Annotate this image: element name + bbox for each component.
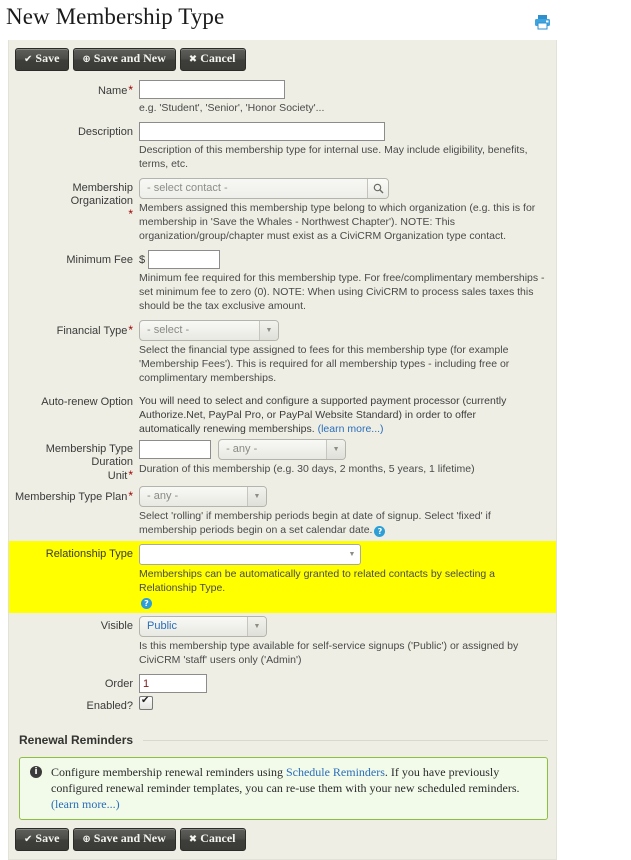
label-order: Order	[104, 678, 133, 690]
help-description: Description of this membership type for …	[139, 144, 528, 170]
chevron-down-icon: ▼	[247, 617, 266, 636]
printer-icon[interactable]	[534, 14, 551, 30]
search-icon[interactable]	[367, 179, 388, 198]
cancel-button-label: Cancel	[200, 831, 236, 845]
info-icon: i	[30, 766, 42, 778]
info-message: Configure membership renewal reminders u…	[51, 765, 520, 811]
label-description: Description	[77, 126, 133, 138]
label-financial-type: Financial Type*	[56, 323, 133, 338]
auto-renew-learn-more-link[interactable]: (learn more...)	[318, 423, 384, 435]
save-and-new-button-label: Save and New	[93, 51, 166, 65]
visible-value: Public	[147, 620, 177, 632]
question-icon[interactable]: ?	[374, 526, 386, 537]
field-row-description: Description Description of this membersh…	[9, 119, 556, 175]
field-row-auto-renew: Auto-renew Option You will need to selec…	[9, 389, 556, 436]
order-input[interactable]	[139, 674, 207, 693]
plus-circle-icon: ⊕	[82, 833, 91, 845]
name-input[interactable]	[139, 80, 285, 99]
close-icon: ✖	[188, 833, 198, 845]
question-icon[interactable]: ?	[141, 598, 152, 609]
relationship-type-select[interactable]: ▼	[139, 544, 361, 565]
bottom-button-bar: ✔ Save ⊕ Save and New ✖ Cancel	[9, 820, 556, 859]
section-title: Renewal Reminders	[19, 733, 134, 747]
save-button-label: Save	[35, 51, 60, 65]
label-plan: Membership Type Plan*	[15, 489, 133, 504]
field-row-name: Name* e.g. 'Student', 'Senior', 'Honor S…	[9, 77, 556, 119]
membership-organization-placeholder: - select contact -	[147, 182, 228, 194]
cancel-button-top[interactable]: ✖ Cancel	[179, 48, 246, 71]
label-membership-organization: Membership Organization *	[70, 182, 133, 221]
renewal-reminders-info-box: i Configure membership renewal reminders…	[19, 757, 548, 820]
chevron-down-icon: ▼	[326, 440, 346, 459]
help-membership-organization: Members assigned this membership type be…	[139, 202, 536, 242]
page-header: New Membership Type	[0, 0, 631, 40]
required-marker: *	[128, 489, 133, 503]
auto-renew-text: You will need to select and configure a …	[139, 395, 507, 435]
enabled-checkbox[interactable]	[139, 695, 153, 710]
save-button-bottom[interactable]: ✔ Save	[15, 828, 70, 851]
cancel-button-label: Cancel	[200, 51, 236, 65]
field-row-relationship-type: Relationship Type ▼ Memberships can be a…	[9, 541, 556, 613]
label-duration: Membership Type Duration Unit*	[45, 443, 133, 482]
visible-select[interactable]: Public ▼	[139, 616, 267, 637]
cancel-button-bottom[interactable]: ✖ Cancel	[179, 828, 246, 851]
check-icon: ✔	[24, 53, 33, 65]
label-name: Name*	[97, 83, 133, 98]
renewal-reminders-section-header: Renewal Reminders	[9, 723, 556, 747]
chevron-down-icon: ▼	[348, 551, 356, 558]
minimum-fee-input[interactable]	[148, 250, 221, 269]
plus-circle-icon: ⊕	[82, 53, 91, 65]
save-and-new-button-label: Save and New	[93, 831, 166, 845]
field-row-duration: Membership Type Duration Unit* - any - ▼ …	[9, 436, 556, 483]
duration-interval-input[interactable]	[139, 439, 211, 459]
label-auto-renew: Auto-renew Option	[41, 396, 133, 408]
required-marker: *	[128, 207, 133, 221]
save-and-new-button-top[interactable]: ⊕ Save and New	[73, 48, 176, 71]
plan-value: - any -	[147, 490, 179, 502]
membership-organization-autocomplete[interactable]: - select contact -	[139, 178, 389, 199]
help-plan: Select 'rolling' if membership periods b…	[139, 510, 491, 537]
label-minimum-fee: Minimum Fee	[66, 254, 133, 266]
help-minimum-fee: Minimum fee required for this membership…	[139, 272, 545, 312]
save-button-label: Save	[35, 831, 60, 845]
help-name: e.g. 'Student', 'Senior', 'Honor Society…	[139, 102, 325, 114]
help-duration: Duration of this membership (e.g. 30 day…	[139, 463, 475, 475]
close-icon: ✖	[188, 53, 198, 65]
help-relationship-type: Memberships can be automatically granted…	[139, 568, 496, 609]
renewal-learn-more-link[interactable]: (learn more...)	[51, 797, 120, 811]
duration-unit-value: - any -	[226, 443, 258, 455]
help-financial-type: Select the financial type assigned to fe…	[139, 344, 510, 384]
chevron-down-icon: ▼	[247, 487, 266, 506]
schedule-reminders-link[interactable]: Schedule Reminders	[286, 765, 385, 779]
currency-symbol: $	[139, 253, 146, 266]
label-relationship-type: Relationship Type	[45, 548, 133, 560]
label-enabled: Enabled?	[86, 700, 134, 712]
field-row-minimum-fee: Minimum Fee $ Minimum fee required for t…	[9, 247, 556, 317]
duration-unit-select[interactable]: - any - ▼	[218, 439, 347, 460]
field-row-enabled: Enabled?	[9, 693, 556, 713]
chevron-down-icon: ▼	[259, 321, 278, 340]
plan-select[interactable]: - any - ▼	[139, 486, 267, 507]
section-divider	[143, 739, 548, 741]
membership-type-form: ✔ Save ⊕ Save and New ✖ Cancel Name* e.g. 'St…	[8, 40, 557, 860]
save-and-new-button-bottom[interactable]: ⊕ Save and New	[73, 828, 176, 851]
help-visible: Is this membership type available for se…	[139, 640, 519, 666]
check-icon: ✔	[24, 833, 33, 845]
financial-type-value: - select -	[147, 324, 190, 336]
save-button-top[interactable]: ✔ Save	[15, 48, 70, 71]
label-visible: Visible	[100, 620, 133, 632]
field-row-membership-organization: Membership Organization * - select contac…	[9, 175, 556, 247]
field-row-financial-type: Financial Type* - select - ▼ Select the …	[9, 317, 556, 389]
required-marker: *	[128, 83, 133, 97]
field-row-plan: Membership Type Plan* - any - ▼ Select '…	[9, 483, 556, 541]
field-row-order: Order	[9, 671, 556, 693]
required-marker: *	[128, 323, 133, 337]
financial-type-select[interactable]: - select - ▼	[139, 320, 279, 341]
top-button-bar: ✔ Save ⊕ Save and New ✖ Cancel	[9, 40, 556, 77]
description-input[interactable]	[139, 122, 385, 141]
field-row-visible: Visible Public ▼ Is this membership type…	[9, 613, 556, 671]
required-marker: *	[128, 468, 133, 482]
